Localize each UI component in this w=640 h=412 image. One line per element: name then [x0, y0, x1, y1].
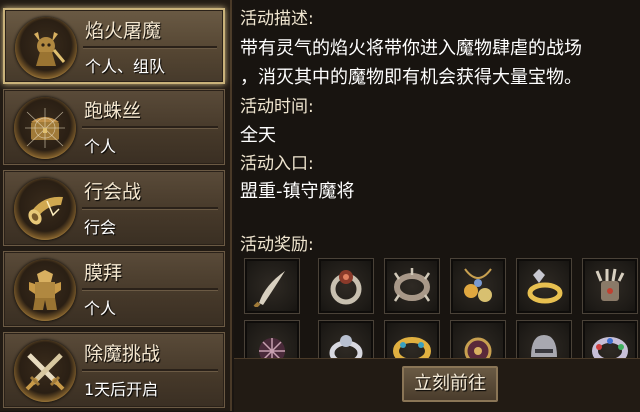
event-name: 焰火屠魔 [85, 20, 162, 42]
reward-slot[interactable] [244, 320, 300, 360]
reward-slot[interactable] [450, 320, 506, 360]
cage-orb-icon [259, 338, 285, 360]
reward-slot[interactable] [582, 258, 638, 314]
description-heading: 活动描述: [240, 9, 314, 29]
event-name: 膜拜 [84, 262, 123, 284]
event-item-worship[interactable]: 膜拜 个人 [3, 251, 225, 327]
event-participation: 行会 [84, 218, 117, 237]
reward-slot[interactable] [516, 258, 572, 314]
description-line-1: 带有灵气的焰火将带你进入魔物肆虐的战场 [240, 38, 582, 59]
reward-slot[interactable] [318, 320, 374, 360]
jeweled-bangle-icon [592, 337, 628, 360]
dark-amulet-icon [464, 337, 492, 360]
gem-ring-icon [330, 270, 362, 305]
spiked-gauntlet-icon [595, 268, 625, 301]
event-name: 行会战 [84, 181, 142, 203]
reward-heading: 活动奖励: [240, 235, 314, 255]
event-participation: 个人、组队 [85, 57, 166, 76]
event-detail-panel: 活动描述: 带有灵气的焰火将带你进入魔物肆虐的战场 ，消灭其中的魔物即有机会获得… [234, 0, 640, 360]
entry-heading: 活动入口: [240, 154, 314, 174]
event-participation: 个人 [84, 137, 117, 156]
silver-ring-icon [329, 335, 363, 360]
gold-ring-icon [527, 269, 563, 304]
demon-warrior-icon [34, 32, 66, 66]
reward-slot[interactable] [384, 320, 440, 360]
event-name: 除魔挑战 [84, 343, 161, 365]
steel-helmet-icon [531, 335, 557, 357]
event-medallion [14, 259, 76, 321]
event-medallion [14, 340, 76, 402]
event-item-guild-war[interactable]: 行会战 行会 [3, 170, 225, 246]
divider [83, 46, 217, 49]
reward-slot[interactable] [450, 258, 506, 314]
jewel-amulet-icon [464, 268, 492, 302]
crossed-swords-icon [25, 353, 65, 391]
detail-footer: 立刻前往 [234, 358, 640, 412]
spiked-bracelet-icon [393, 268, 431, 302]
divider [82, 288, 218, 291]
reward-slot[interactable] [384, 258, 440, 314]
go-now-button[interactable]: 立刻前往 [402, 366, 498, 402]
event-item-flame-demon[interactable]: 焰火屠魔 个人、组队 [3, 8, 225, 84]
event-participation: 个人 [84, 299, 117, 318]
reward-slot[interactable] [244, 258, 300, 314]
event-item-demon-challenge[interactable]: 除魔挑战 1天后开启 [3, 332, 225, 408]
event-medallion [14, 97, 76, 159]
gold-bracelet-icon [393, 337, 431, 360]
event-name: 跑蛛丝 [84, 100, 142, 122]
event-item-spider-silk[interactable]: 跑蛛丝 个人 [3, 89, 225, 165]
description-line-2: ，消灭其中的魔物即有机会获得大量宝物。 [240, 67, 582, 88]
chest-web-icon [25, 108, 65, 148]
event-sidebar: 焰火屠魔 个人、组队 跑蛛丝 个人 行会战 行会 膜拜 个人 除魔挑战 1天后开… [0, 0, 232, 411]
armored-statue-icon [29, 270, 61, 310]
war-horn-icon [28, 196, 63, 225]
event-medallion [14, 178, 76, 240]
entry-value: 盟重-镇守魔将 [240, 181, 355, 202]
event-participation: 1天后开启 [84, 380, 159, 399]
time-heading: 活动时间: [240, 97, 314, 117]
curved-blade-icon [253, 271, 285, 307]
event-medallion [15, 17, 77, 79]
divider [82, 207, 218, 210]
reward-slot[interactable] [516, 320, 572, 360]
reward-slot[interactable] [582, 320, 638, 360]
reward-slot[interactable] [318, 258, 374, 314]
divider [82, 126, 218, 129]
time-value: 全天 [240, 125, 276, 146]
divider [82, 369, 218, 372]
